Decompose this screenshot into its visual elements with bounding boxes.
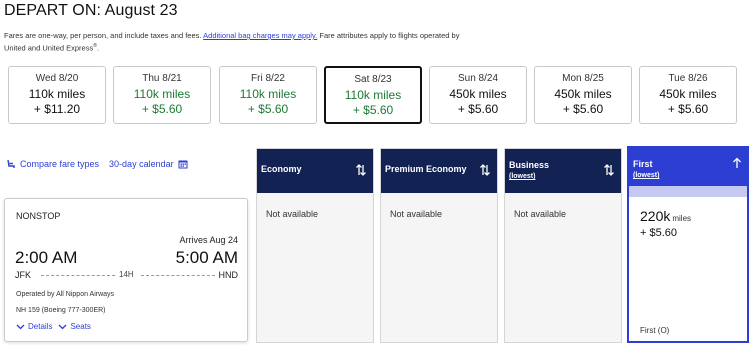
chevron-down-icon[interactable] xyxy=(58,324,67,330)
cabin-name: Economy xyxy=(261,164,302,174)
selected-band xyxy=(629,186,747,197)
calendar-link[interactable]: 30-day calendar xyxy=(109,159,174,169)
cabin-header-business[interactable]: Business (lowest) xyxy=(505,149,621,193)
fare-tools: Compare fare types 30-day calendar xyxy=(6,159,188,169)
date-card-price: + $5.60 xyxy=(352,103,394,117)
page-title: DEPART ON: August 23 xyxy=(4,2,178,19)
cabin-sub-label[interactable]: (lowest) xyxy=(633,172,659,179)
departure-time: 2:00 AM xyxy=(15,248,78,267)
cabin-name: Premium Economy xyxy=(385,164,467,174)
date-card-mon-8-25[interactable]: Mon 8/25 450k miles + $5.60 xyxy=(534,66,632,124)
sort-icon[interactable] xyxy=(355,163,367,177)
date-card-tue-8-26[interactable]: Tue 8/26 450k miles + $5.60 xyxy=(639,66,737,124)
availability-status: Not available xyxy=(266,209,319,219)
arrival-time: 5:00 AM xyxy=(175,248,238,267)
operator-text: Operated by All Nippon Airways xyxy=(16,291,115,298)
arrival-date: Arrives Aug 24 xyxy=(179,235,238,245)
flight-card: NONSTOP Arrives Aug 24 2:00 AM 5:00 AM J… xyxy=(4,198,248,342)
cabin-column-premium-economy: Premium Economy Not available xyxy=(380,148,498,343)
date-card-price: + $5.60 xyxy=(667,102,709,116)
route-dash-left xyxy=(41,275,115,276)
date-card-miles: 110k miles xyxy=(344,88,402,102)
date-card-day: Thu 8/21 xyxy=(142,73,182,84)
date-card-miles: 450k miles xyxy=(659,87,717,101)
details-link[interactable]: Details xyxy=(28,322,52,331)
date-card-price: + $5.60 xyxy=(457,102,499,116)
cabin-column-first[interactable]: First (lowest) 220k miles + $5.60 First (… xyxy=(627,146,749,343)
fare-note-period: . xyxy=(96,43,99,53)
date-card-thu-8-21[interactable]: Thu 8/21 110k miles + $5.60 xyxy=(113,66,211,124)
availability-status: Not available xyxy=(390,209,443,219)
chevron-down-icon[interactable] xyxy=(16,324,25,330)
date-card-miles: 110k miles xyxy=(133,87,191,101)
fare-miles-value: 220k xyxy=(640,208,671,224)
date-card-miles: 110k miles xyxy=(28,87,86,101)
origin-code: JFK xyxy=(15,270,32,280)
arrow-up-icon[interactable] xyxy=(732,157,742,169)
cabin-sub-label[interactable]: (lowest) xyxy=(509,173,535,180)
date-card-price: + $5.60 xyxy=(141,102,183,116)
sort-icon[interactable] xyxy=(603,163,615,177)
date-card-wed-8-20[interactable]: Wed 8/20 110k miles + $11.20 xyxy=(8,66,106,124)
bag-charges-link[interactable]: Additional bag charges may apply. xyxy=(203,31,317,40)
flight-number: NH 159 (Boeing 777-300ER) xyxy=(16,307,106,314)
date-card-miles: 110k miles xyxy=(239,87,297,101)
compare-fare-types-link[interactable]: Compare fare types xyxy=(20,159,99,169)
flight-links: Details Seats xyxy=(16,322,91,331)
date-card-day: Tue 8/26 xyxy=(668,73,708,84)
cabin-header-first[interactable]: First (lowest) xyxy=(629,148,747,186)
date-card-price: + $11.20 xyxy=(33,102,81,116)
seats-link[interactable]: Seats xyxy=(70,322,90,331)
fare-miles-unit: miles xyxy=(672,214,692,223)
flight-duration: 14H xyxy=(119,270,134,279)
date-card-sun-8-24[interactable]: Sun 8/24 450k miles + $5.60 xyxy=(429,66,527,124)
date-card-price: + $5.60 xyxy=(247,102,289,116)
date-card-miles: 450k miles xyxy=(554,87,612,101)
availability-status: Not available xyxy=(514,209,567,219)
cabin-name: Business xyxy=(509,160,550,170)
cabin-header-economy[interactable]: Economy xyxy=(257,149,373,193)
date-card-day: Sat 8/23 xyxy=(354,74,392,85)
cabin-header-premium-economy[interactable]: Premium Economy xyxy=(381,149,497,193)
route-line: JFK 14H HND xyxy=(15,270,238,282)
cabin-column-economy: Economy Not available xyxy=(256,148,374,343)
date-card-day: Mon 8/25 xyxy=(562,73,604,84)
sort-icon[interactable] xyxy=(479,163,491,177)
date-card-day: Fri 8/22 xyxy=(251,73,285,84)
stops-label: NONSTOP xyxy=(16,211,61,221)
date-card-sat-8-23[interactable]: Sat 8/23 110k miles + $5.60 xyxy=(324,66,422,124)
seat-icon xyxy=(7,159,15,168)
fare-note: Fares are one-way, per person, and inclu… xyxy=(4,30,474,54)
date-card-fri-8-22[interactable]: Fri 8/22 110k miles + $5.60 xyxy=(219,66,317,124)
fare-class: First (O) xyxy=(640,326,670,335)
fare-note-text: Fares are one-way, per person, and inclu… xyxy=(4,31,202,40)
date-card-price: + $5.60 xyxy=(562,102,604,116)
date-card-day: Wed 8/20 xyxy=(35,73,79,84)
fare-miles: 220k miles xyxy=(640,208,691,224)
cabin-name: First xyxy=(633,159,653,169)
date-card-day: Sun 8/24 xyxy=(457,73,499,84)
fare-tax: + $5.60 xyxy=(640,227,678,239)
destination-code: HND xyxy=(218,270,239,280)
calendar-icon[interactable] xyxy=(178,159,188,169)
date-card-miles: 450k miles xyxy=(449,87,507,101)
cabin-column-business: Business (lowest) Not available xyxy=(504,148,622,343)
route-dash-right xyxy=(141,275,215,276)
